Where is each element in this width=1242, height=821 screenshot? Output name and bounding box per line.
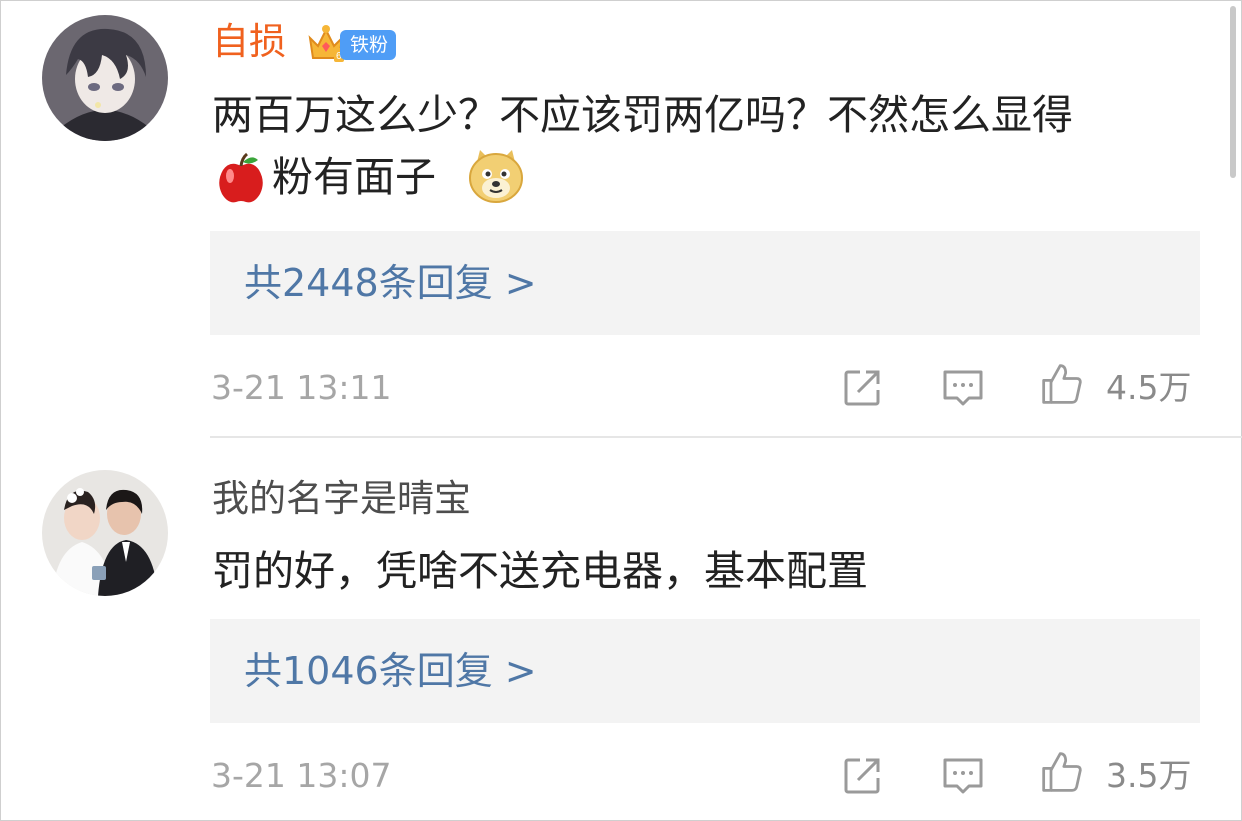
user-avatar[interactable] [42, 15, 168, 141]
comment-text: 两百万这么少？不应该罚两亿吗？不然怎么显得 [212, 91, 1073, 139]
replies-count-label: 共1046条回复 > [244, 649, 537, 693]
like-count: 3.5万 [1106, 756, 1192, 795]
scrollbar-thumb[interactable] [1230, 6, 1236, 178]
comment-timestamp: 3-21 13:11 [211, 368, 392, 407]
thumbs-up-icon[interactable] [1040, 750, 1084, 794]
comment-text-continued: 粉有面子 [272, 153, 436, 201]
apple-emoji [219, 152, 263, 203]
thumbs-up-icon[interactable] [1040, 362, 1084, 406]
replies-link[interactable]: 共2448条回复 > [210, 231, 1200, 335]
like-count: 4.5万 [1106, 368, 1192, 407]
comment-divider [210, 436, 1242, 438]
doge-emoji [469, 150, 523, 203]
comment-timestamp: 3-21 13:07 [211, 756, 392, 795]
username[interactable]: 我的名字是晴宝 [212, 475, 471, 523]
share-icon[interactable] [840, 366, 884, 410]
scrollbar[interactable] [1228, 0, 1236, 821]
user-avatar[interactable] [42, 470, 168, 596]
comment-text: 罚的好，凭啥不送充电器，基本配置 [212, 547, 868, 595]
share-icon[interactable] [840, 754, 884, 798]
replies-link[interactable]: 共1046条回复 > [210, 619, 1200, 723]
comment-icon[interactable] [941, 754, 985, 798]
username[interactable]: 自损 [212, 18, 286, 66]
replies-count-label: 共2448条回复 > [244, 261, 537, 305]
comment-icon[interactable] [941, 366, 985, 410]
badge-label: 铁粉 [340, 30, 397, 60]
